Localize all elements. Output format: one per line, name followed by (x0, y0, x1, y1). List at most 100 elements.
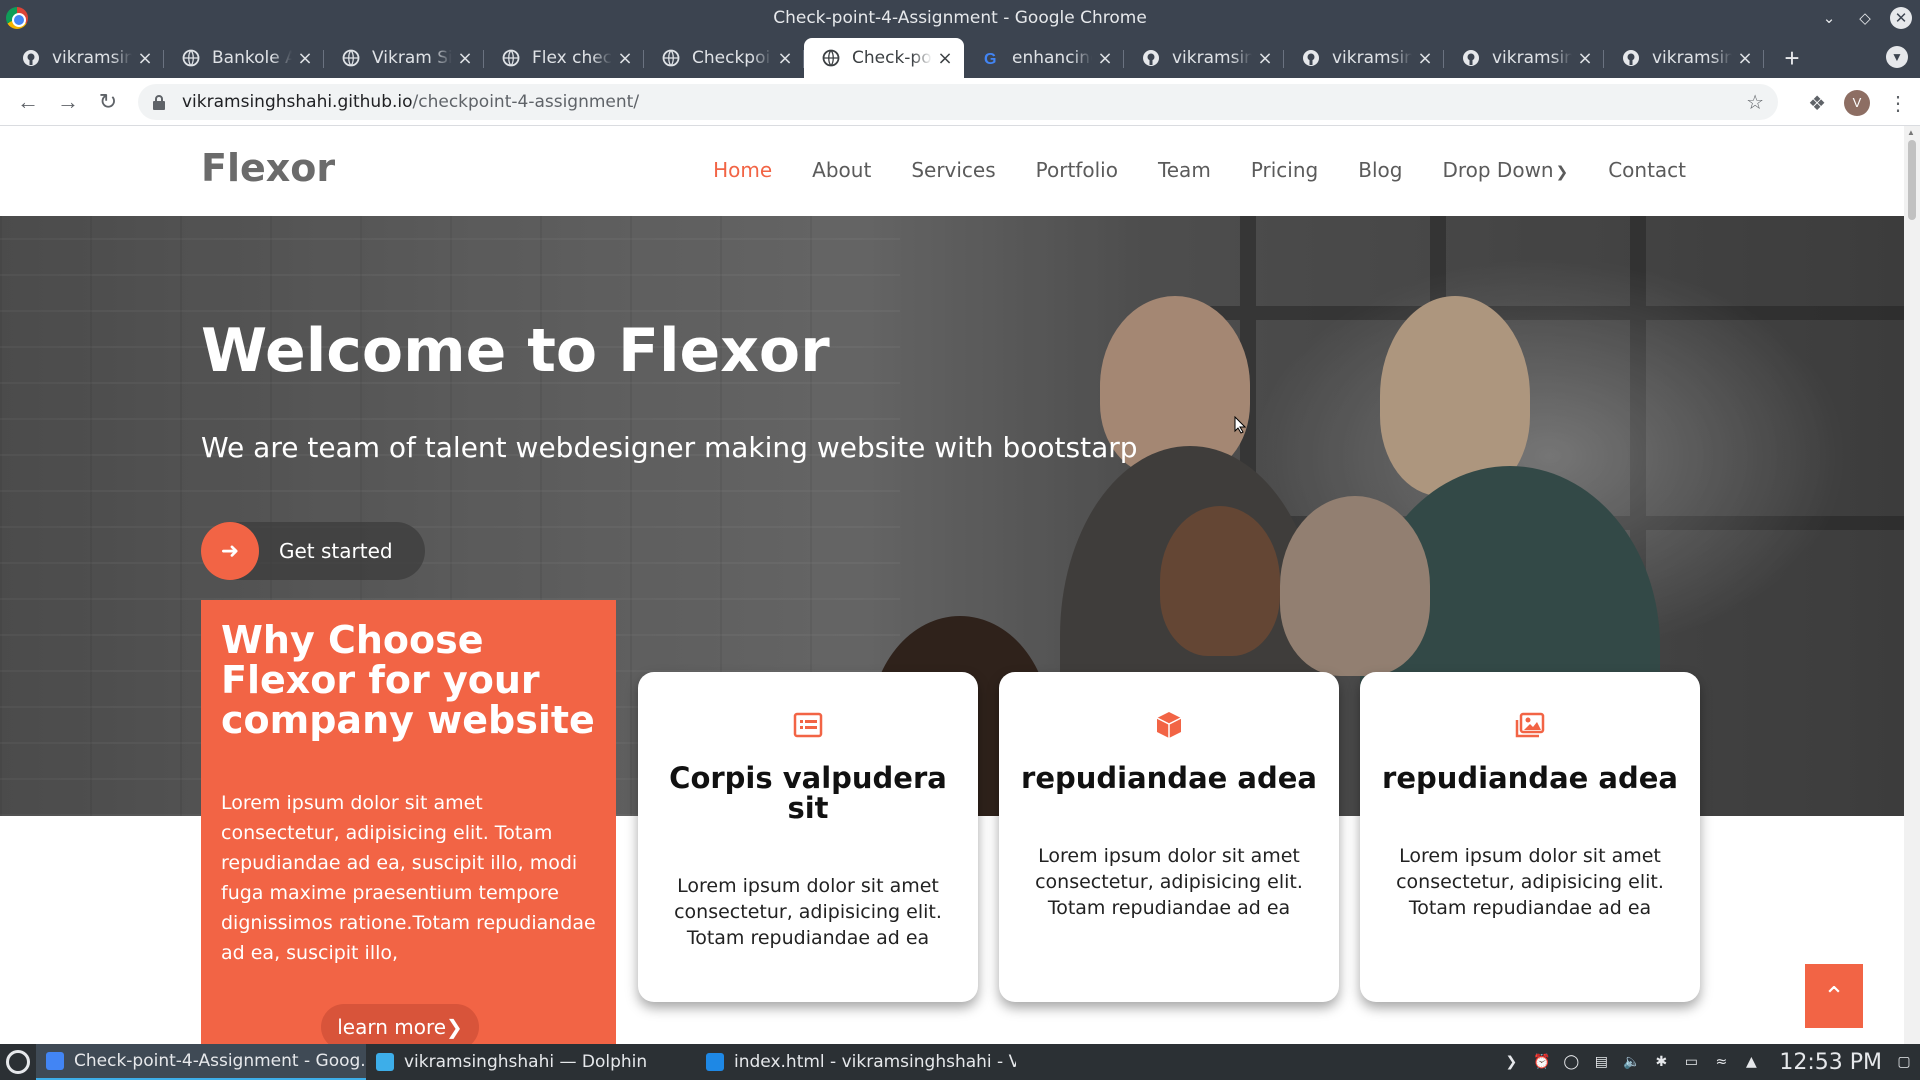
taskbar-task[interactable]: vikramsinghshahi — Dolphin (366, 1044, 696, 1080)
nav-portfolio[interactable]: Portfolio (1036, 158, 1118, 182)
browser-tab[interactable]: Checkpoint× (644, 38, 804, 78)
browser-tab[interactable]: Genhancing × (964, 38, 1124, 78)
window-title: Check-point-4-Assignment - Google Chrome (773, 8, 1147, 28)
tab-label: Flex checkpoint (532, 48, 612, 68)
images-icon (1515, 712, 1545, 738)
tab-close-icon[interactable]: × (1096, 48, 1114, 69)
github-icon (1142, 49, 1160, 67)
tab-close-icon[interactable]: × (136, 48, 154, 69)
browser-tab[interactable]: Flex checkpoint× (484, 38, 644, 78)
nav-pricing[interactable]: Pricing (1251, 158, 1318, 182)
tab-label: Bankole Adebayo (212, 48, 292, 68)
get-started-label: Get started (279, 539, 393, 563)
nav-dropdown[interactable]: Drop Down ❯ (1442, 158, 1568, 182)
tab-strip: vikramsingh×Bankole Adebayo×Vikram Singh… (0, 36, 1920, 78)
tab-close-icon[interactable]: × (1416, 48, 1434, 69)
tab-close-icon[interactable]: × (776, 48, 794, 69)
feature-card-text: Lorem ipsum dolor sit amet consectetur, … (1396, 845, 1664, 919)
browser-tab[interactable]: vikramsingh× (1604, 38, 1764, 78)
scrollbar-thumb[interactable] (1908, 140, 1916, 220)
new-tab-button[interactable]: + (1772, 38, 1812, 78)
scroll-up-icon[interactable]: ▲ (1907, 128, 1915, 137)
tab-close-icon[interactable]: × (936, 48, 954, 69)
browser-tab[interactable]: vikramsingh× (1444, 38, 1604, 78)
browser-tab[interactable]: vikramsingh× (4, 38, 164, 78)
tab-close-icon[interactable]: × (296, 48, 314, 69)
minimize-button[interactable]: ⌄ (1818, 6, 1840, 30)
forward-icon[interactable]: → (48, 89, 88, 115)
reload-icon[interactable]: ↻ (88, 89, 128, 115)
app-launcher-button[interactable] (0, 1044, 36, 1080)
maximize-button[interactable]: ◇ (1854, 6, 1876, 30)
tray-arrow-up-icon[interactable]: ▲ (1743, 1054, 1759, 1070)
url-path: /checkpoint-4-assignment/ (412, 92, 640, 112)
show-desktop-icon[interactable]: ▢ (1896, 1054, 1912, 1070)
nav-team[interactable]: Team (1158, 158, 1211, 182)
browser-toolbar: ← → ↻ vikramsinghshahi.github.io/checkpo… (0, 78, 1920, 126)
vpn-icon[interactable]: ◯ (1563, 1054, 1580, 1070)
feature-card: repudiandae adea Lorem ipsum dolor sit a… (1360, 672, 1700, 1002)
chevron-down-icon: ❯ (1555, 163, 1569, 181)
tab-label: enhancing (1012, 48, 1092, 68)
why-choose-text: Lorem ipsum dolor sit amet consectetur, … (221, 792, 596, 964)
site-header: Flexor Home About Services Portfolio Tea… (0, 126, 1904, 216)
close-window-button[interactable]: ✕ (1890, 7, 1912, 29)
chevron-right-icon: ❯ (446, 1015, 463, 1039)
extensions-icon[interactable]: ❖ (1808, 91, 1826, 116)
browser-tab[interactable]: Vikram Singh× (324, 38, 484, 78)
vscode-icon (706, 1053, 724, 1071)
tab-close-icon[interactable]: × (1256, 48, 1274, 69)
browser-tab[interactable]: vikramsingh× (1284, 38, 1444, 78)
bluetooth-icon[interactable]: ✱ (1653, 1054, 1669, 1070)
taskbar-task[interactable]: Check-point-4-Assignment - Goog... (36, 1044, 366, 1080)
feature-card: repudiandae adea Lorem ipsum dolor sit a… (999, 672, 1339, 1002)
tab-close-icon[interactable]: × (616, 48, 634, 69)
globe-icon (342, 49, 360, 67)
battery-icon[interactable]: ▭ (1683, 1054, 1699, 1070)
tray-expand-icon[interactable]: ❯ (1503, 1054, 1519, 1070)
get-started-button[interactable]: ➜ Get started (201, 522, 425, 580)
learn-more-button[interactable]: learn more❯ (321, 1004, 479, 1044)
volume-icon[interactable]: 🔈 (1623, 1054, 1640, 1070)
browser-tab[interactable]: Bankole Adebayo× (164, 38, 324, 78)
list-icon (793, 712, 823, 738)
taskbar-task[interactable]: index.html - vikramsinghshahi - Vi... (696, 1044, 1016, 1080)
wifi-icon[interactable]: ≈ (1713, 1054, 1729, 1070)
back-to-top-button[interactable]: ⌃ (1805, 964, 1863, 1028)
back-icon[interactable]: ← (8, 89, 48, 115)
lock-icon (153, 95, 165, 110)
address-bar[interactable]: vikramsinghshahi.github.io/checkpoint-4-… (138, 84, 1778, 120)
tab-close-icon[interactable]: × (1736, 48, 1754, 69)
nav-services[interactable]: Services (911, 158, 995, 182)
page-scrollbar[interactable]: ▲ (1904, 126, 1920, 1044)
profile-avatar[interactable]: V (1844, 90, 1870, 116)
clipboard-icon[interactable]: ▤ (1593, 1054, 1609, 1070)
nav-blog[interactable]: Blog (1358, 158, 1402, 182)
url-host: vikramsinghshahi.github.io (182, 92, 413, 112)
browser-tab[interactable]: Check-point× (804, 38, 964, 78)
globe-icon (502, 49, 520, 67)
taskbar-task-label: Check-point-4-Assignment - Goog... (74, 1051, 366, 1071)
nav-home[interactable]: Home (713, 158, 772, 182)
folder-icon (376, 1053, 394, 1071)
tab-label: vikramsingh (1652, 48, 1732, 68)
system-clock[interactable]: 12:53 PM (1779, 1050, 1882, 1075)
chrome-icon (6, 7, 28, 29)
tab-label: vikramsingh (52, 48, 132, 68)
tab-search-icon[interactable]: ▼ (1886, 46, 1908, 68)
tab-close-icon[interactable]: × (456, 48, 474, 69)
browser-tab[interactable]: vikramsingh× (1124, 38, 1284, 78)
feature-card-title: repudiandae adea (1382, 761, 1678, 795)
bookmark-star-icon[interactable]: ☆ (1746, 90, 1764, 114)
why-choose-box: Why Choose Flexor for your company websi… (201, 600, 616, 1044)
tab-label: vikramsingh (1492, 48, 1572, 68)
nav-about[interactable]: About (812, 158, 871, 182)
feature-card-title: Corpis valpudera sit (669, 761, 947, 825)
alarm-icon[interactable]: ⏰ (1533, 1054, 1550, 1070)
nav-contact[interactable]: Contact (1608, 158, 1686, 182)
site-logo[interactable]: Flexor (201, 146, 335, 190)
os-taskbar: Check-point-4-Assignment - Goog... vikram… (0, 1044, 1920, 1080)
tab-close-icon[interactable]: × (1576, 48, 1594, 69)
chrome-menu-icon[interactable]: ⋮ (1888, 91, 1908, 116)
why-choose-title: Why Choose Flexor for your company websi… (221, 618, 595, 742)
